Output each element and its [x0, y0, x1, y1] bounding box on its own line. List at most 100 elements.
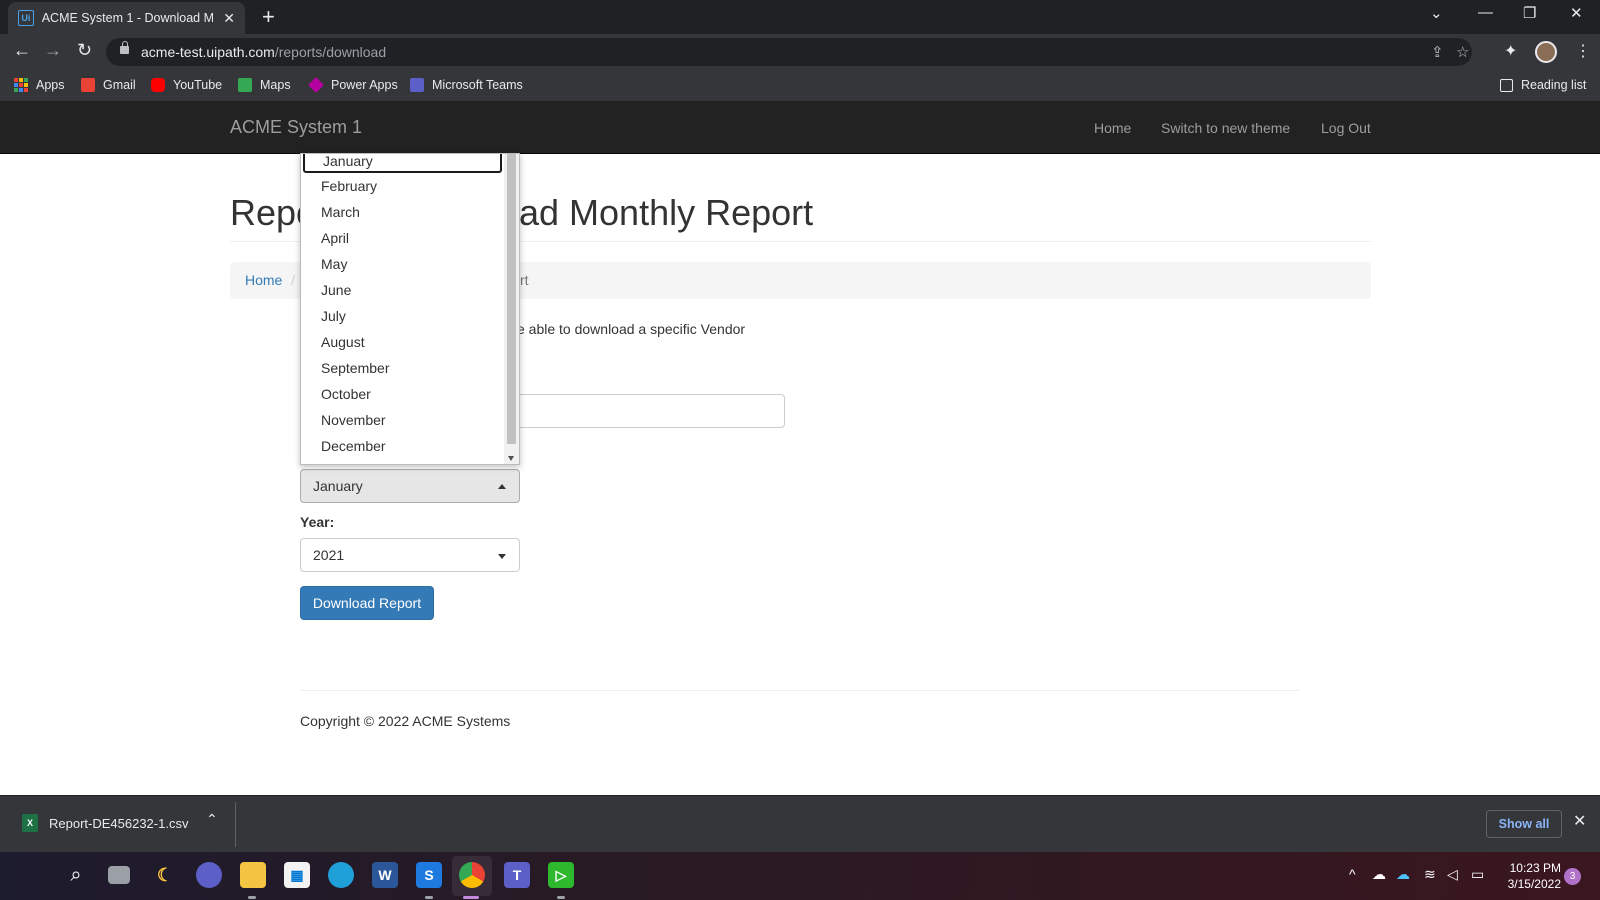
- lock-icon: [120, 41, 129, 54]
- minimize-button[interactable]: —: [1478, 4, 1493, 21]
- month-option[interactable]: April: [301, 226, 504, 250]
- tab-search-icon[interactable]: ⌄: [1430, 4, 1443, 22]
- site-brand[interactable]: ACME System 1: [230, 117, 362, 138]
- taskbar-clock[interactable]: 10:23 PM 3/15/2022: [1481, 860, 1561, 892]
- maps-icon: [238, 78, 252, 92]
- browser-tab[interactable]: Ui ACME System 1 - Download Monthly Repo…: [8, 2, 245, 34]
- month-option[interactable]: May: [301, 252, 504, 276]
- edge-icon[interactable]: [328, 862, 354, 888]
- chrome-icon[interactable]: [459, 862, 485, 888]
- menu-kebab-icon[interactable]: ⋮: [1575, 41, 1591, 61]
- intro-text: e able to download a specific Vendor: [517, 321, 746, 337]
- profile-avatar[interactable]: [1535, 41, 1557, 63]
- download-report-button[interactable]: Download Report: [300, 586, 434, 620]
- month-select[interactable]: January: [300, 469, 520, 503]
- file-explorer-indicator: [248, 896, 256, 899]
- month-option[interactable]: December: [301, 434, 504, 458]
- reading-list[interactable]: Reading list: [1500, 78, 1586, 92]
- browser-tab-strip: Ui ACME System 1 - Download Monthly Repo…: [0, 0, 1600, 34]
- month-option[interactable]: January: [303, 154, 502, 173]
- store-icon[interactable]: ▦: [284, 862, 310, 888]
- share-icon[interactable]: ⇪: [1431, 43, 1444, 61]
- bookmark-youtube[interactable]: YouTube: [151, 78, 222, 92]
- teams-icon: [410, 78, 424, 92]
- shelf-divider: [235, 802, 236, 847]
- uipath-assistant-indicator: [557, 896, 565, 899]
- month-option[interactable]: June: [301, 278, 504, 302]
- chat-icon[interactable]: [196, 862, 222, 888]
- bookmark-apps[interactable]: Apps: [14, 78, 65, 92]
- month-option[interactable]: November: [301, 408, 504, 432]
- chevron-up-icon[interactable]: ⌃: [206, 811, 218, 828]
- notification-badge[interactable]: 3: [1564, 868, 1581, 885]
- youtube-icon: [151, 78, 165, 92]
- search-icon[interactable]: ⌕: [63, 862, 89, 888]
- close-tab-icon[interactable]: ✕: [223, 10, 235, 27]
- apps-grid-icon: [14, 78, 28, 92]
- year-label: Year:: [300, 514, 335, 530]
- url-text: acme-test.uipath.com/reports/download: [141, 44, 387, 60]
- download-filename[interactable]: Report-DE456232-1.csv: [49, 816, 188, 831]
- reload-icon[interactable]: ↻: [77, 40, 92, 61]
- bookmark-star-icon[interactable]: ☆: [1456, 43, 1469, 61]
- close-window-button[interactable]: ✕: [1570, 4, 1583, 22]
- scroll-down-arrow-icon[interactable]: [508, 456, 514, 461]
- dropdown-scrollbar-thumb[interactable]: [507, 154, 516, 444]
- dropdown-scrollbar[interactable]: [504, 154, 519, 464]
- month-option[interactable]: September: [301, 356, 504, 380]
- onedrive-business-icon[interactable]: ☁: [1396, 866, 1410, 883]
- bookmark-gmail[interactable]: Gmail: [81, 78, 136, 92]
- file-explorer-icon[interactable]: [240, 862, 266, 888]
- breadcrumb-active: rt: [520, 272, 529, 288]
- address-bar[interactable]: acme-test.uipath.com/reports/download ⇪ …: [106, 38, 1472, 66]
- wifi-icon[interactable]: ≋: [1424, 866, 1436, 883]
- close-shelf-icon[interactable]: ✕: [1573, 811, 1586, 831]
- caret-down-icon: [498, 554, 506, 559]
- site-navbar: ACME System 1 Home Switch to new theme L…: [0, 102, 1600, 154]
- month-option[interactable]: October: [301, 382, 504, 406]
- extensions-icon[interactable]: ✦: [1504, 41, 1517, 61]
- onedrive-cloud-icon[interactable]: ☁: [1372, 866, 1386, 883]
- browser-toolbar: ← → ↻ acme-test.uipath.com/reports/downl…: [0, 34, 1600, 70]
- volume-icon[interactable]: ◁: [1447, 866, 1458, 883]
- back-icon[interactable]: ←: [13, 40, 31, 61]
- widgets-icon[interactable]: ☾: [152, 862, 178, 888]
- month-option[interactable]: March: [301, 200, 504, 224]
- month-option[interactable]: February: [301, 174, 504, 198]
- bookmark-microsoft-teams[interactable]: Microsoft Teams: [410, 78, 523, 92]
- new-tab-button[interactable]: +: [262, 4, 275, 30]
- bookmark-power-apps[interactable]: Power Apps: [308, 77, 398, 93]
- show-all-button[interactable]: Show all: [1486, 810, 1562, 838]
- month-select-value: January: [313, 478, 363, 494]
- word-icon[interactable]: W: [372, 862, 398, 888]
- nav-logout-link[interactable]: Log Out: [1321, 120, 1371, 136]
- month-option[interactable]: July: [301, 304, 504, 328]
- copyright-text: Copyright © 2022 ACME Systems: [300, 713, 511, 729]
- tab-title: ACME System 1 - Download Monthly Report: [41, 11, 214, 25]
- chrome-indicator: [463, 896, 479, 899]
- windows-start-icon[interactable]: [19, 864, 43, 888]
- nav-home-link[interactable]: Home: [1094, 120, 1131, 136]
- windows-taskbar: ⌕ ☾ ▦ W S T ▷ ^ ☁ ☁ ≋ ◁ ▭ 10:23 PM 3/15/…: [0, 852, 1600, 900]
- clock-date: 3/15/2022: [1507, 877, 1561, 891]
- nav-switch-theme-link[interactable]: Switch to new theme: [1161, 120, 1290, 136]
- reading-list-icon: [1500, 78, 1513, 92]
- breadcrumb-home[interactable]: Home: [245, 272, 282, 288]
- caret-up-icon: [498, 484, 506, 489]
- breadcrumb-separator: /: [291, 272, 295, 288]
- excel-file-icon: X: [22, 814, 38, 832]
- uipath-assistant-icon[interactable]: ▷: [548, 862, 574, 888]
- teams-taskbar-icon[interactable]: T: [504, 862, 530, 888]
- month-dropdown-list: January February March April May June Ju…: [300, 153, 520, 465]
- forward-icon[interactable]: →: [44, 40, 62, 61]
- bookmark-maps[interactable]: Maps: [238, 78, 291, 92]
- restore-button[interactable]: ❐: [1523, 4, 1536, 22]
- year-select[interactable]: 2021: [300, 538, 520, 572]
- page-title-right: ad Monthly Report: [519, 192, 814, 233]
- month-option[interactable]: August: [301, 330, 504, 354]
- task-view-icon[interactable]: [108, 866, 130, 884]
- bookmarks-bar: Apps Gmail YouTube Maps Power Apps Micro…: [0, 70, 1600, 102]
- skype-icon[interactable]: S: [416, 862, 442, 888]
- uipath-favicon-icon: Ui: [18, 10, 34, 26]
- chevron-up-tray-icon[interactable]: ^: [1349, 866, 1356, 882]
